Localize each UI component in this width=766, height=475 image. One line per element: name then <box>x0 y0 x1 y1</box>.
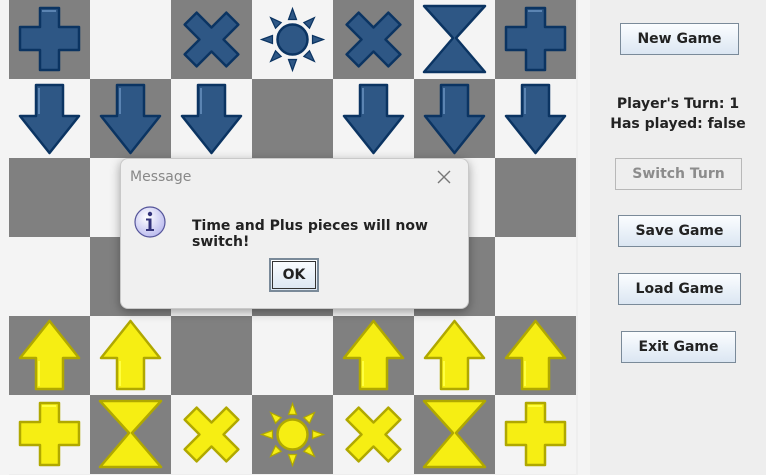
board-cell-blue-cross[interactable] <box>171 0 252 79</box>
dialog-message: Time and Plus pieces will now switch! <box>192 218 428 250</box>
message-dialog: Message Time and Plus pieces will now sw… <box>120 158 469 309</box>
yellow-arrow-up-piece-icon <box>18 319 81 391</box>
yellow-hourglass-piece-icon <box>98 399 163 469</box>
board-cell-blue-cross[interactable] <box>333 0 414 79</box>
yellow-plus-piece-icon <box>504 401 567 467</box>
yellow-arrow-up-piece-icon <box>99 319 162 391</box>
board-cell-yellow-arrow-up[interactable] <box>9 316 90 395</box>
close-icon[interactable] <box>434 167 454 187</box>
has-played-label: Has played: false <box>610 116 746 132</box>
board-cell[interactable] <box>495 237 576 316</box>
yellow-cross-piece-icon <box>183 406 240 463</box>
load-game-button[interactable]: Load Game <box>618 273 741 305</box>
board-cell[interactable] <box>9 158 90 237</box>
board-edge <box>0 0 9 475</box>
board-cell-blue-arrow-down[interactable] <box>9 79 90 158</box>
exit-game-button[interactable]: Exit Game <box>621 331 736 363</box>
dialog-title: Message <box>130 169 192 185</box>
board-cell-yellow-arrow-up[interactable] <box>333 316 414 395</box>
blue-arrow-down-piece-icon <box>99 83 162 155</box>
board-edge <box>578 0 590 475</box>
board-cell[interactable] <box>495 158 576 237</box>
new-game-button[interactable]: New Game <box>620 23 739 55</box>
board-cell-blue-sun[interactable] <box>252 0 333 79</box>
board-cell-yellow-cross[interactable] <box>171 395 252 474</box>
yellow-arrow-up-piece-icon <box>504 319 567 391</box>
players-turn-label: Player's Turn: 1 <box>616 96 740 112</box>
board-cell[interactable] <box>252 316 333 395</box>
board-cell-yellow-arrow-up[interactable] <box>414 316 495 395</box>
blue-cross-piece-icon <box>345 11 402 68</box>
board-cell-yellow-plus[interactable] <box>9 395 90 474</box>
board-cell-yellow-hourglass[interactable] <box>90 395 171 474</box>
board-cell-blue-plus[interactable] <box>495 0 576 79</box>
switch-turn-button[interactable]: Switch Turn <box>615 158 742 190</box>
blue-arrow-down-piece-icon <box>504 83 567 155</box>
board-cell-yellow-cross[interactable] <box>333 395 414 474</box>
board-cell-yellow-hourglass[interactable] <box>414 395 495 474</box>
blue-cross-piece-icon <box>183 11 240 68</box>
board-cell-blue-arrow-down[interactable] <box>495 79 576 158</box>
blue-arrow-down-piece-icon <box>18 83 81 155</box>
blue-hourglass-piece-icon <box>422 4 487 74</box>
ok-button[interactable]: OK <box>269 258 319 292</box>
blue-plus-piece-icon <box>18 6 81 72</box>
blue-plus-piece-icon <box>504 6 567 72</box>
board-cell[interactable] <box>252 79 333 158</box>
blue-arrow-down-piece-icon <box>342 83 405 155</box>
control-panel: New Game Player's Turn: 1 Has played: fa… <box>590 0 766 475</box>
yellow-sun-piece-icon <box>259 401 326 468</box>
board-cell-yellow-arrow-up[interactable] <box>495 316 576 395</box>
yellow-arrow-up-piece-icon <box>342 319 405 391</box>
yellow-cross-piece-icon <box>345 406 402 463</box>
yellow-arrow-up-piece-icon <box>423 319 486 391</box>
board-cell-blue-arrow-down[interactable] <box>90 79 171 158</box>
info-icon <box>134 206 166 238</box>
blue-arrow-down-piece-icon <box>180 83 243 155</box>
board-cell-yellow-arrow-up[interactable] <box>90 316 171 395</box>
board-cell-blue-arrow-down[interactable] <box>171 79 252 158</box>
yellow-hourglass-piece-icon <box>422 399 487 469</box>
save-game-button[interactable]: Save Game <box>618 215 741 247</box>
yellow-plus-piece-icon <box>18 401 81 467</box>
board-cell-blue-arrow-down[interactable] <box>333 79 414 158</box>
board-cell[interactable] <box>90 0 171 79</box>
blue-sun-piece-icon <box>259 6 326 73</box>
board-cell-blue-arrow-down[interactable] <box>414 79 495 158</box>
board-cell[interactable] <box>171 316 252 395</box>
board-cell-blue-hourglass[interactable] <box>414 0 495 79</box>
board-cell-yellow-plus[interactable] <box>495 395 576 474</box>
board-cell-blue-plus[interactable] <box>9 0 90 79</box>
board-cell-yellow-sun[interactable] <box>252 395 333 474</box>
blue-arrow-down-piece-icon <box>423 83 486 155</box>
board-cell[interactable] <box>9 237 90 316</box>
